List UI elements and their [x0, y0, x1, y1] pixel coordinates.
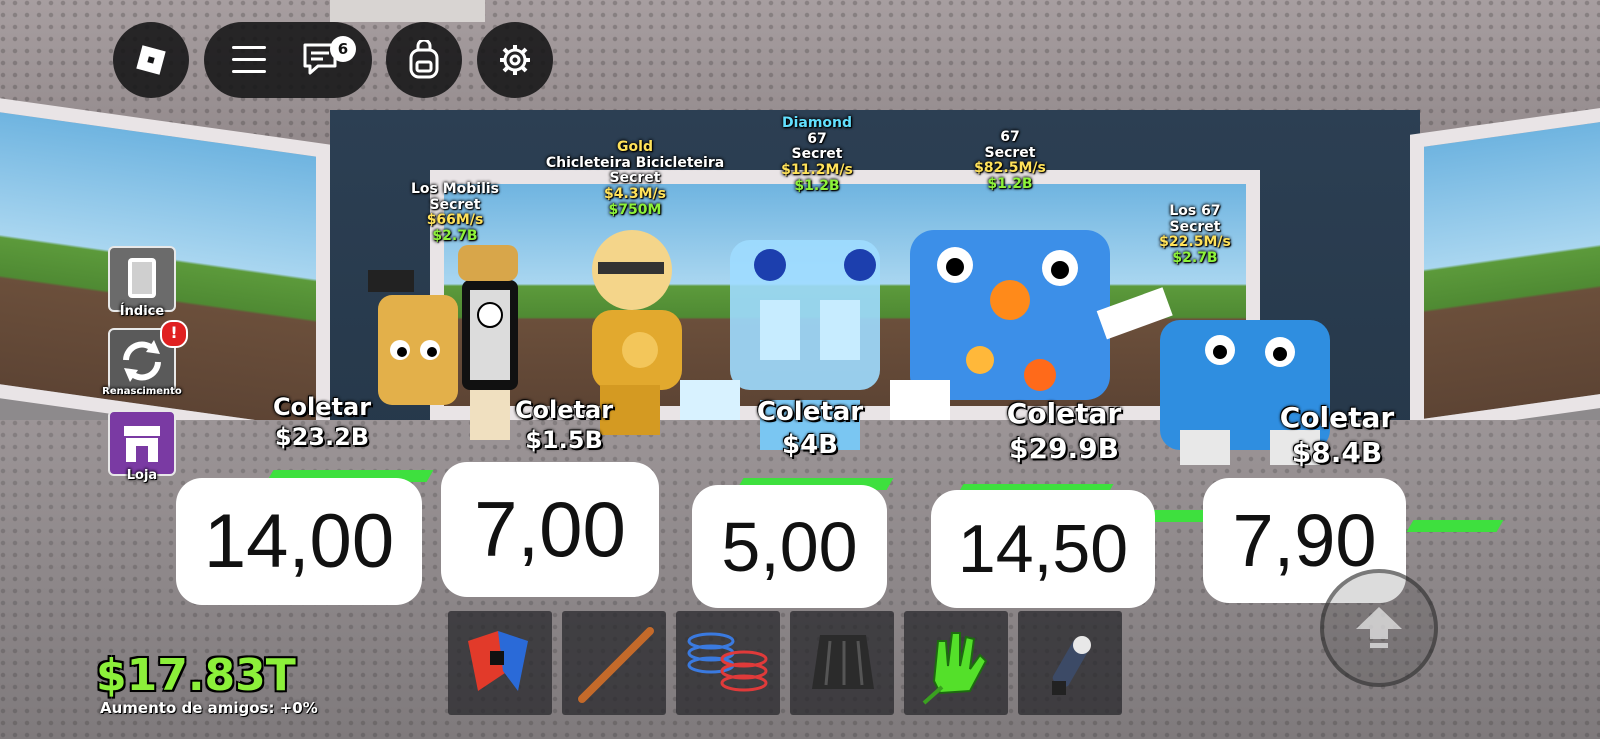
hotbar-slot-4[interactable] [790, 611, 894, 715]
hamburger-menu-icon[interactable] [232, 46, 266, 74]
hotbar-slot-2[interactable] [562, 611, 666, 715]
roblox-menu-button[interactable] [113, 22, 189, 98]
collect-text: Coletar [756, 397, 864, 427]
price-bubble-1: 14,00 [176, 478, 422, 605]
price-bubble-2: 7,00 [441, 462, 659, 597]
hotbar-slot-5[interactable] [904, 611, 1008, 715]
brainrot-mutation: Secret [609, 170, 661, 187]
brainrot-name: Los 67 [1169, 203, 1221, 219]
brainrot-mutation: Secret [1169, 218, 1221, 235]
collect-label-4[interactable]: Coletar $29.9B [994, 396, 1134, 466]
settings-button[interactable] [477, 22, 553, 98]
spring-coils-icon [687, 632, 768, 692]
brainrot-mutation: Secret [429, 196, 481, 213]
nameplate-chicleteira: Gold Chicleteira Bicicleteira Secret $4.… [530, 139, 740, 218]
brainrot-rarity: Diamond [781, 115, 853, 131]
nameplate-los-67: Los 67 Secret $22.5M/s $2.7B [1140, 203, 1250, 267]
brainrot-name: Chicleteira Bicicleteira [545, 154, 725, 171]
nameplate-diamond-67: Diamond 67 Secret $11.2M/s $1.2B [762, 115, 872, 194]
brainrot-value: $1.2B [987, 176, 1033, 193]
hotbar-slot-3[interactable] [676, 611, 780, 715]
brainrot-value: $1.2B [794, 177, 840, 194]
sidebar-item-label: Loja [126, 468, 158, 483]
menu-chat-pill: 6 [204, 22, 372, 98]
chat-unread-badge: 6 [330, 36, 356, 62]
sidebar-item-label: Renascimento [102, 386, 182, 397]
brainrot-name: 67 [807, 130, 827, 147]
collect-text: Coletar [514, 396, 614, 424]
rebirth-alert-badge: ! [160, 320, 188, 348]
money-counter: $17.83T [96, 650, 296, 701]
brainrot-value: $750M [608, 201, 662, 218]
jump-arrow-icon [1356, 607, 1402, 648]
friends-boost-label: Aumento de amigos: +0% [100, 699, 318, 717]
brainrot-value: $2.7B [1172, 250, 1218, 267]
character-fire-67 [890, 230, 1173, 420]
brainrot-rate: $66M/s [426, 212, 484, 229]
collect-label-3[interactable]: Coletar $4B [748, 396, 872, 461]
backpack-button[interactable] [386, 22, 462, 98]
backpack-icon [409, 40, 439, 79]
collect-amount: $23.2B [274, 423, 370, 451]
brainrot-rate: $11.2M/s [781, 162, 853, 179]
sidebar-item-indice[interactable]: Índice [106, 246, 178, 319]
shop-icon [108, 410, 176, 476]
grapple-gun-icon [1052, 636, 1091, 695]
wooden-bat-icon [578, 627, 654, 703]
nameplate-los-mobilis: Los Mobilis Secret $66M/s $2.7B [390, 181, 520, 245]
gear-icon [500, 45, 530, 75]
nameplate-fire-67: 67 Secret $82.5M/s $1.2B [950, 129, 1070, 193]
jump-button[interactable] [1320, 569, 1438, 687]
hotbar-slot-6[interactable] [1018, 611, 1122, 715]
price-bubble-3: 5,00 [692, 485, 887, 608]
collect-text: Coletar [1279, 401, 1395, 434]
sidebar-item-loja[interactable]: Loja [106, 410, 178, 483]
hotbar-slot-1[interactable] [448, 611, 552, 715]
sidebar-item-label: Índice [119, 304, 165, 319]
brainrot-value: $2.7B [432, 228, 478, 245]
brainrot-name: Los Mobilis [410, 181, 500, 197]
collect-amount: $8.4B [1291, 436, 1383, 469]
brainrot-rarity: Gold [617, 139, 653, 155]
red-blue-puzzle-icon [468, 631, 528, 691]
book-icon [108, 246, 176, 312]
collect-text: Coletar [1006, 397, 1122, 430]
collect-amount: $4B [782, 429, 838, 460]
character-los-mobilis [368, 245, 518, 440]
brainrot-rate: $82.5M/s [974, 160, 1046, 177]
collect-label-1[interactable]: Coletar $23.2B [262, 392, 382, 452]
dark-cloak-icon [812, 635, 874, 689]
price-bubble-4: 14,50 [931, 490, 1155, 608]
brainrot-name: 67 [1000, 129, 1020, 145]
collect-label-2[interactable]: Coletar $1.5B [502, 395, 626, 455]
brainrot-mutation: Secret [984, 144, 1036, 161]
brainrot-rate: $22.5M/s [1159, 234, 1231, 251]
collect-label-5[interactable]: Coletar $8.4B [1270, 400, 1404, 470]
collect-text: Coletar [272, 393, 372, 421]
brainrot-rate: $4.3M/s [604, 186, 666, 203]
roblox-logo-icon [136, 45, 166, 75]
collect-amount: $1.5B [525, 426, 603, 454]
brainrot-mutation: Secret [791, 146, 843, 163]
collect-amount: $29.9B [1009, 432, 1119, 465]
green-glove-icon [922, 632, 988, 705]
